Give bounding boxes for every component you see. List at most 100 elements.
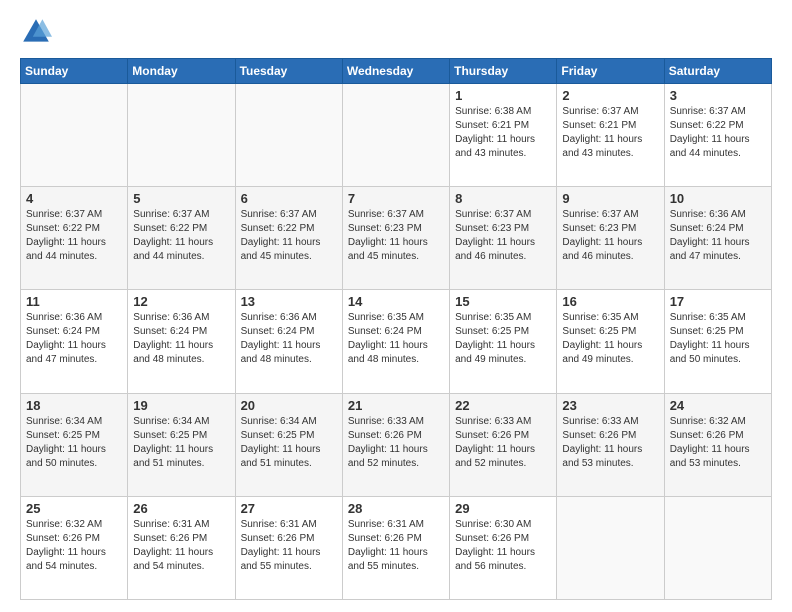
day-info: Sunrise: 6:37 AM Sunset: 6:22 PM Dayligh… [26,208,122,264]
day-of-week-header: Tuesday [235,59,342,84]
day-number: 17 [670,294,766,309]
day-number: 5 [133,191,229,206]
calendar-day-cell: 29Sunrise: 6:30 AM Sunset: 6:26 PM Dayli… [450,496,557,599]
day-info: Sunrise: 6:36 AM Sunset: 6:24 PM Dayligh… [26,311,122,367]
day-info: Sunrise: 6:34 AM Sunset: 6:25 PM Dayligh… [241,415,337,471]
calendar-day-cell: 20 Sunrise: 6:34 AM Sunset: 6:25 PM Dayli… [235,393,342,496]
day-number: 16 [562,294,658,309]
calendar-day-cell [342,84,449,187]
page: SundayMondayTuesdayWednesdayThursdayFrid… [0,0,792,612]
calendar-week-row: 1Sunrise: 6:38 AM Sunset: 6:21 PM Daylig… [21,84,772,187]
day-info: Sunrise: 6:35 AM Sunset: 6:25 PM Dayligh… [562,311,658,367]
calendar-day-cell: 24Sunrise: 6:32 AM Sunset: 6:26 PM Dayli… [664,393,771,496]
day-info: Sunrise: 6:33 AM Sunset: 6:26 PM Dayligh… [455,415,551,471]
day-info: Sunrise: 6:37 AM Sunset: 6:23 PM Dayligh… [562,208,658,264]
day-info: Sunrise: 6:31 AM Sunset: 6:26 PM Dayligh… [133,518,229,574]
calendar-day-cell: 7 Sunrise: 6:37 AM Sunset: 6:23 PM Daylig… [342,187,449,290]
day-info: Sunrise: 6:37 AM Sunset: 6:22 PM Dayligh… [133,208,229,264]
calendar-day-cell: 10 Sunrise: 6:36 AM Sunset: 6:24 PM Dayli… [664,187,771,290]
day-number: 2 [562,88,658,103]
day-number: 15 [455,294,551,309]
day-info: Sunrise: 6:37 AM Sunset: 6:23 PM Dayligh… [455,208,551,264]
day-number: 25 [26,501,122,516]
header [20,16,772,48]
calendar-day-cell: 18 Sunrise: 6:34 AM Sunset: 6:25 PM Dayli… [21,393,128,496]
calendar-week-row: 4 Sunrise: 6:37 AM Sunset: 6:22 PM Daylig… [21,187,772,290]
day-of-week-header: Friday [557,59,664,84]
calendar-day-cell [664,496,771,599]
day-number: 21 [348,398,444,413]
day-number: 11 [26,294,122,309]
day-number: 14 [348,294,444,309]
calendar-day-cell: 22 Sunrise: 6:33 AM Sunset: 6:26 PM Dayli… [450,393,557,496]
day-of-week-header: Wednesday [342,59,449,84]
calendar-day-cell: 6Sunrise: 6:37 AM Sunset: 6:22 PM Daylig… [235,187,342,290]
day-number: 13 [241,294,337,309]
calendar-day-cell: 21 Sunrise: 6:33 AM Sunset: 6:26 PM Dayli… [342,393,449,496]
calendar-week-row: 18 Sunrise: 6:34 AM Sunset: 6:25 PM Dayli… [21,393,772,496]
calendar-day-cell: 27Sunrise: 6:31 AM Sunset: 6:26 PM Dayli… [235,496,342,599]
day-info: Sunrise: 6:32 AM Sunset: 6:26 PM Dayligh… [26,518,122,574]
day-number: 6 [241,191,337,206]
calendar-week-row: 11 Sunrise: 6:36 AM Sunset: 6:24 PM Dayli… [21,290,772,393]
calendar-day-cell [557,496,664,599]
day-number: 22 [455,398,551,413]
day-number: 29 [455,501,551,516]
day-number: 19 [133,398,229,413]
calendar-day-cell: 9 Sunrise: 6:37 AM Sunset: 6:23 PM Daylig… [557,187,664,290]
day-of-week-header: Sunday [21,59,128,84]
calendar-day-cell: 16 Sunrise: 6:35 AM Sunset: 6:25 PM Dayli… [557,290,664,393]
day-info: Sunrise: 6:36 AM Sunset: 6:24 PM Dayligh… [133,311,229,367]
logo-icon [20,16,52,48]
day-info: Sunrise: 6:37 AM Sunset: 6:23 PM Dayligh… [348,208,444,264]
day-number: 28 [348,501,444,516]
day-of-week-header: Saturday [664,59,771,84]
calendar-day-cell [128,84,235,187]
calendar-day-cell: 12 Sunrise: 6:36 AM Sunset: 6:24 PM Dayli… [128,290,235,393]
day-info: Sunrise: 6:31 AM Sunset: 6:26 PM Dayligh… [348,518,444,574]
day-number: 3 [670,88,766,103]
calendar-week-row: 25 Sunrise: 6:32 AM Sunset: 6:26 PM Dayli… [21,496,772,599]
day-info: Sunrise: 6:33 AM Sunset: 6:26 PM Dayligh… [348,415,444,471]
calendar-day-cell: 4 Sunrise: 6:37 AM Sunset: 6:22 PM Daylig… [21,187,128,290]
day-number: 4 [26,191,122,206]
day-info: Sunrise: 6:33 AM Sunset: 6:26 PM Dayligh… [562,415,658,471]
day-number: 7 [348,191,444,206]
calendar-day-cell: 19 Sunrise: 6:34 AM Sunset: 6:25 PM Dayli… [128,393,235,496]
calendar-day-cell: 17 Sunrise: 6:35 AM Sunset: 6:25 PM Dayli… [664,290,771,393]
day-info: Sunrise: 6:38 AM Sunset: 6:21 PM Dayligh… [455,105,551,161]
day-info: Sunrise: 6:36 AM Sunset: 6:24 PM Dayligh… [670,208,766,264]
day-number: 27 [241,501,337,516]
day-info: Sunrise: 6:34 AM Sunset: 6:25 PM Dayligh… [133,415,229,471]
calendar-day-cell: 28 Sunrise: 6:31 AM Sunset: 6:26 PM Dayli… [342,496,449,599]
day-number: 10 [670,191,766,206]
calendar-day-cell: 26Sunrise: 6:31 AM Sunset: 6:26 PM Dayli… [128,496,235,599]
logo [20,16,58,48]
calendar-header-row: SundayMondayTuesdayWednesdayThursdayFrid… [21,59,772,84]
day-number: 9 [562,191,658,206]
day-number: 20 [241,398,337,413]
day-info: Sunrise: 6:37 AM Sunset: 6:21 PM Dayligh… [562,105,658,161]
calendar-day-cell: 8 Sunrise: 6:37 AM Sunset: 6:23 PM Daylig… [450,187,557,290]
calendar-day-cell: 25 Sunrise: 6:32 AM Sunset: 6:26 PM Dayli… [21,496,128,599]
day-of-week-header: Thursday [450,59,557,84]
calendar-day-cell: 1Sunrise: 6:38 AM Sunset: 6:21 PM Daylig… [450,84,557,187]
calendar-day-cell [21,84,128,187]
calendar-day-cell: 14 Sunrise: 6:35 AM Sunset: 6:24 PM Dayli… [342,290,449,393]
day-number: 23 [562,398,658,413]
day-number: 12 [133,294,229,309]
day-info: Sunrise: 6:34 AM Sunset: 6:25 PM Dayligh… [26,415,122,471]
day-info: Sunrise: 6:35 AM Sunset: 6:25 PM Dayligh… [455,311,551,367]
day-info: Sunrise: 6:35 AM Sunset: 6:25 PM Dayligh… [670,311,766,367]
calendar-day-cell: 11 Sunrise: 6:36 AM Sunset: 6:24 PM Dayli… [21,290,128,393]
day-info: Sunrise: 6:35 AM Sunset: 6:24 PM Dayligh… [348,311,444,367]
day-of-week-header: Monday [128,59,235,84]
day-number: 8 [455,191,551,206]
day-number: 18 [26,398,122,413]
calendar-day-cell: 23 Sunrise: 6:33 AM Sunset: 6:26 PM Dayli… [557,393,664,496]
calendar-table: SundayMondayTuesdayWednesdayThursdayFrid… [20,58,772,600]
calendar-day-cell: 2 Sunrise: 6:37 AM Sunset: 6:21 PM Daylig… [557,84,664,187]
day-info: Sunrise: 6:37 AM Sunset: 6:22 PM Dayligh… [670,105,766,161]
calendar-day-cell: 13Sunrise: 6:36 AM Sunset: 6:24 PM Dayli… [235,290,342,393]
calendar-day-cell: 5 Sunrise: 6:37 AM Sunset: 6:22 PM Daylig… [128,187,235,290]
